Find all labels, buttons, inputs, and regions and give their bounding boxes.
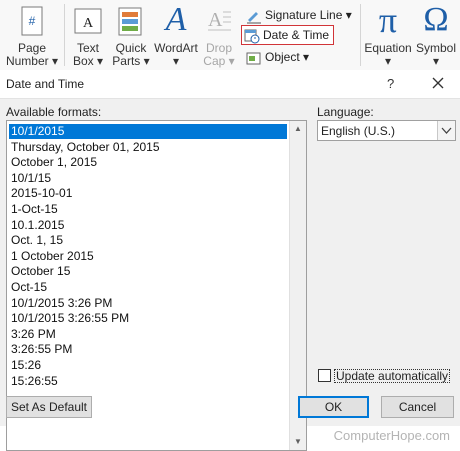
svg-text:A: A (208, 9, 223, 31)
format-item[interactable]: 1 October 2015 (9, 249, 96, 264)
ribbon-separator (360, 4, 361, 66)
format-item[interactable]: 10/1/2015 3:26:55 PM (9, 311, 131, 326)
calendar-clock-icon (244, 28, 260, 44)
equation-button[interactable]: π Equation ▾ (362, 0, 414, 70)
update-automatically-checkbox[interactable] (318, 369, 331, 382)
text-box-icon: A (74, 6, 102, 39)
close-icon (432, 77, 444, 89)
ok-button[interactable]: OK (298, 396, 369, 418)
object-icon (246, 50, 262, 66)
wordart-icon: A (165, 1, 187, 38)
dialog-title: Date and Time (6, 77, 85, 91)
text-box-button[interactable]: A Text Box ▾ (68, 0, 108, 70)
text-box-label-2: Box ▾ (72, 54, 104, 68)
chevron-down-icon[interactable] (437, 121, 455, 140)
page-number-label-1: Page (17, 41, 47, 55)
signature-icon (246, 8, 262, 24)
format-item[interactable]: Thursday, October 01, 2015 (9, 140, 162, 155)
wordart-dropdown: ▾ (172, 54, 180, 68)
date-time-dialog: Date and Time ? Available formats: 10/1/… (0, 70, 460, 451)
symbol-dropdown: ▾ (432, 54, 440, 68)
format-item[interactable]: 15:26 (9, 358, 43, 373)
format-item[interactable]: 1-Oct-15 (9, 202, 60, 217)
language-select[interactable]: English (U.S.) (317, 120, 456, 141)
drop-cap-label-2: Cap ▾ (203, 54, 235, 68)
quick-parts-button[interactable]: Quick Parts ▾ (110, 0, 152, 70)
scroll-up-arrow-icon[interactable]: ▲ (290, 121, 306, 137)
svg-text:#: # (29, 14, 36, 28)
language-label: Language: (317, 105, 374, 119)
format-item[interactable]: 10/1/2015 (9, 124, 287, 139)
watermark: ComputerHope.com (333, 428, 450, 443)
equation-dropdown: ▾ (384, 54, 392, 68)
signature-line-button[interactable]: Signature Line ▾ (246, 6, 352, 24)
drop-cap-label-1: Drop (205, 41, 232, 55)
format-item[interactable]: 3:26 PM (9, 327, 58, 342)
pi-icon: π (378, 0, 398, 40)
object-button[interactable]: Object ▾ (246, 48, 309, 66)
equation-label: Equation (364, 41, 412, 55)
format-item[interactable]: Oct. 1, 15 (9, 233, 65, 248)
update-automatically-label[interactable]: Update automatically (334, 369, 451, 383)
drop-cap-button[interactable]: A Drop Cap ▾ (200, 0, 238, 70)
quick-parts-icon (118, 6, 144, 39)
omega-icon: Ω (423, 1, 449, 38)
quick-parts-label-2: Parts ▾ (112, 54, 150, 68)
format-item[interactable]: October 1, 2015 (9, 155, 99, 170)
format-item[interactable]: 15:26:55 (9, 374, 60, 389)
language-value: English (U.S.) (321, 124, 396, 138)
available-formats-label: Available formats: (6, 105, 102, 119)
dialog-titlebar: Date and Time ? (0, 70, 460, 99)
format-item[interactable]: Oct-15 (9, 280, 49, 295)
ribbon-separator (64, 4, 65, 66)
wordart-label: WordArt (154, 41, 198, 55)
text-box-label-1: Text (76, 41, 99, 55)
format-item[interactable]: 2015-10-01 (9, 186, 74, 201)
close-button[interactable] (426, 72, 450, 94)
symbol-button[interactable]: Ω Symbol ▾ (414, 0, 458, 70)
scroll-down-arrow-icon[interactable]: ▼ (290, 434, 306, 450)
page-number-icon: # (21, 6, 43, 39)
insert-ribbon: # Page Number ▾ A Text Box ▾ Quick Parts… (0, 0, 460, 71)
symbol-label: Symbol (415, 41, 456, 55)
svg-text:A: A (83, 16, 94, 31)
wordart-button[interactable]: A WordArt ▾ (153, 0, 199, 70)
date-time-button[interactable]: Date & Time (241, 25, 335, 45)
format-item[interactable]: 3:26:55 PM (9, 342, 74, 357)
set-as-default-button[interactable]: Set As Default (6, 396, 92, 418)
format-item[interactable]: 10/1/15 (9, 171, 53, 186)
format-item[interactable]: 10.1.2015 (9, 218, 66, 233)
drop-cap-icon: A (206, 6, 232, 39)
page-number-button[interactable]: # Page Number ▾ (2, 0, 62, 70)
cancel-button[interactable]: Cancel (381, 396, 454, 418)
format-item[interactable]: 10/1/2015 3:26 PM (9, 296, 114, 311)
quick-parts-label-1: Quick (115, 41, 147, 55)
format-item[interactable]: October 15 (9, 264, 72, 279)
help-button[interactable]: ? (387, 76, 394, 91)
page-number-label-2: Number ▾ (5, 54, 59, 68)
